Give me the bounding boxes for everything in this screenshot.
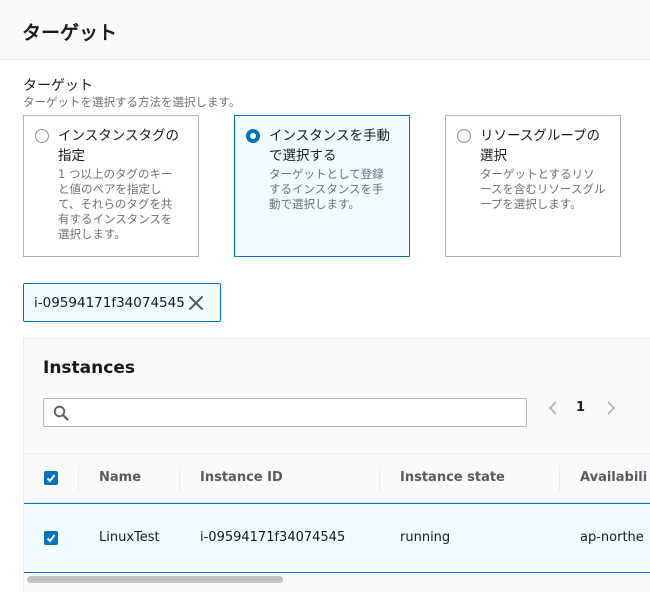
page-number[interactable]: 1 bbox=[576, 400, 585, 415]
target-field-label: ターゲット bbox=[23, 78, 93, 94]
cell-instance-state: running bbox=[400, 530, 451, 545]
search-icon bbox=[53, 405, 69, 421]
column-divider bbox=[78, 466, 79, 492]
chevron-left-icon[interactable] bbox=[546, 399, 560, 417]
target-field-description: ターゲットを選択する方法を選択します。 bbox=[23, 95, 241, 109]
table-row[interactable]: LinuxTest i-09594171f34074545 running ap… bbox=[24, 503, 650, 573]
row-checkbox[interactable] bbox=[44, 531, 58, 545]
option-manual-instances[interactable]: インスタンスを手動 で選択する ターゲットとして登録 するインスタンスを手 動で… bbox=[234, 115, 410, 257]
column-header-instance-state[interactable]: Instance state bbox=[400, 470, 505, 485]
radio-button-manual-instances[interactable] bbox=[246, 129, 260, 143]
cell-availability-zone: ap-northe bbox=[580, 530, 644, 545]
column-header-availability-zone[interactable]: Availabili bbox=[580, 470, 647, 485]
option-title: インスタンスを手動 で選択する bbox=[269, 128, 390, 164]
option-description: 1 つ以上のタグのキー と値のペアを指定し て、それらのタグを共 有するインスタ… bbox=[58, 167, 173, 241]
search-input[interactable] bbox=[76, 402, 516, 423]
column-divider bbox=[559, 466, 560, 492]
option-resource-group[interactable]: リソースグループの 選択 ターゲットとするリソ ースを含むリソースグル ープを選… bbox=[445, 115, 621, 257]
token-label: i-09594171f34074545 bbox=[34, 294, 185, 311]
option-description: ターゲットとするリソ ースを含むリソースグル ープを選択します。 bbox=[480, 167, 606, 211]
scrollbar-thumb[interactable] bbox=[27, 576, 283, 583]
option-title: リソースグループの 選択 bbox=[480, 128, 601, 164]
selected-instance-token: i-09594171f34074545 bbox=[23, 283, 221, 322]
search-box[interactable] bbox=[43, 398, 527, 427]
select-all-checkbox[interactable] bbox=[44, 471, 58, 485]
column-divider bbox=[179, 466, 180, 492]
cell-name: LinuxTest bbox=[99, 530, 160, 545]
column-header-name[interactable]: Name bbox=[99, 470, 141, 485]
horizontal-scrollbar[interactable] bbox=[24, 573, 650, 585]
instances-title: Instances bbox=[43, 358, 135, 378]
section-title: ターゲット bbox=[22, 22, 118, 44]
table-header: Name Instance ID Instance state Availabi… bbox=[24, 453, 650, 503]
instances-table-panel: Instances 1 Name Instance ID Instance st… bbox=[23, 338, 650, 592]
section-header: ターゲット bbox=[0, 0, 650, 60]
cell-instance-id: i-09594171f34074545 bbox=[200, 530, 346, 545]
close-icon[interactable] bbox=[187, 294, 205, 312]
column-divider bbox=[379, 466, 380, 492]
radio-button-resource-group[interactable] bbox=[457, 129, 471, 143]
option-title: インスタンスタグの 指定 bbox=[58, 128, 179, 164]
radio-button-instance-tags[interactable] bbox=[35, 129, 49, 143]
option-description: ターゲットとして登録 するインスタンスを手 動で選択します。 bbox=[269, 167, 384, 211]
column-header-instance-id[interactable]: Instance ID bbox=[200, 470, 283, 485]
chevron-right-icon[interactable] bbox=[604, 399, 618, 417]
option-instance-tags[interactable]: インスタンスタグの 指定 1 つ以上のタグのキー と値のペアを指定し て、それら… bbox=[23, 115, 199, 257]
